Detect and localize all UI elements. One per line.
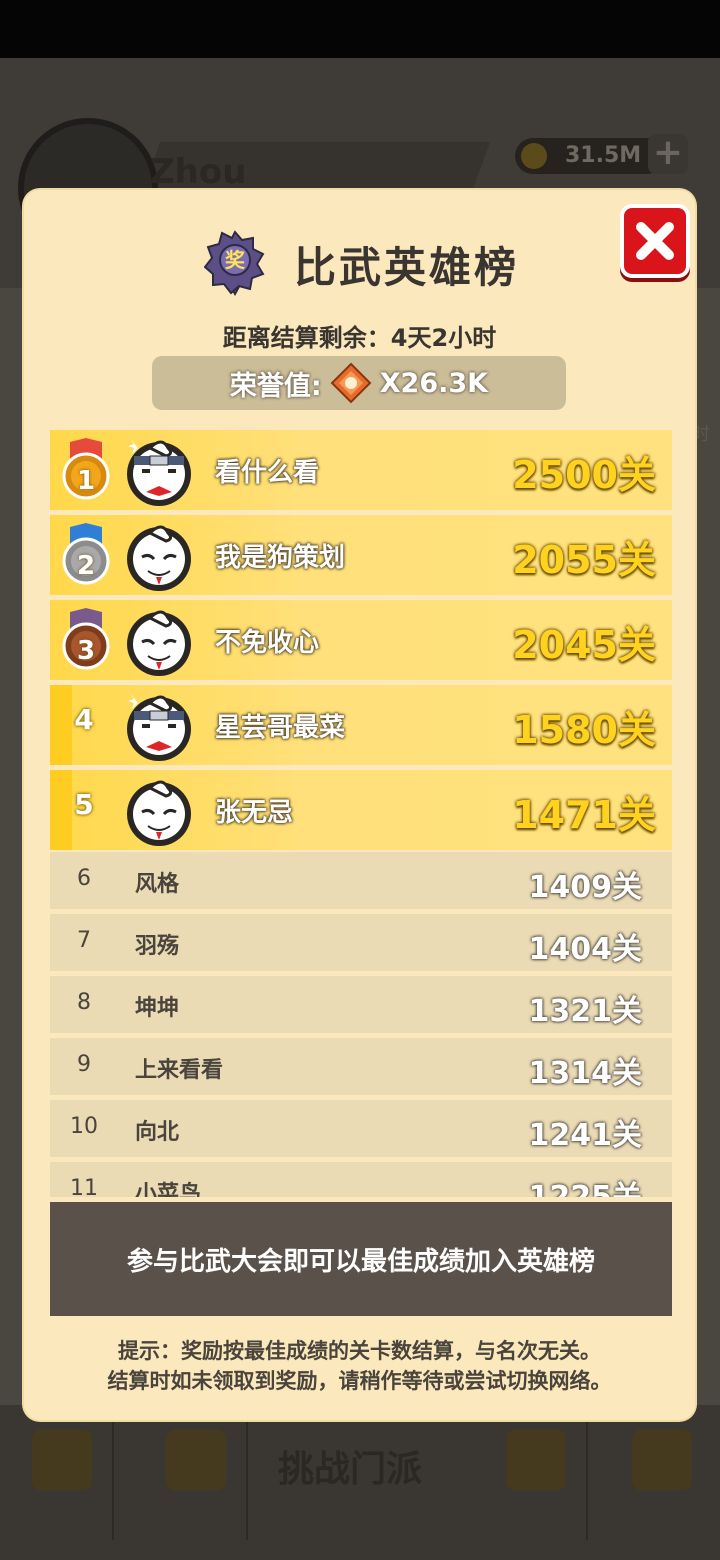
player-name: 羽殇 [135,934,180,959]
rank-row[interactable]: 8 坤坤 1321关 [50,976,672,1033]
player-name: 向北 [135,1120,180,1145]
rank-number: 8 [77,990,91,1015]
tab-challenge[interactable]: 挑战门派 [278,1440,422,1492]
top-rank-row[interactable]: 3 不免收心 2045关 [50,600,672,680]
tip-line-2: 结算时如未领取到奖励，请稍作等待或尝试切换网络。 [107,1369,612,1393]
top-rank-row[interactable]: 4 星芸哥最菜 1580关 [50,685,672,765]
gold-medal-icon: 1 [60,438,112,502]
honor-label: 荣誉值: [229,370,322,402]
headband-avatar-icon [122,689,196,763]
player-name: Zhou [150,152,247,192]
stage-score: 1471关 [512,793,656,837]
player-name: 星芸哥最菜 [215,713,346,743]
status-bar [0,0,720,58]
player-name: 不免收心 [215,628,320,658]
rank-number: 11 [70,1176,98,1197]
award-badge-icon: 奖 [204,230,265,296]
default-avatar-icon [122,774,196,848]
leaderboard-panel: 奖 比武英雄榜 距离结算剩余：4天2小时 荣誉值: X26.3K 1 看什么看 25… [24,190,695,1420]
rank-number: 7 [77,928,91,953]
tip-text: 提示：奖励按最佳成绩的关卡数结算，与名次无关。 结算时如未领取到奖励，请稍作等待… [24,1336,695,1396]
player-name: 坤坤 [135,996,180,1021]
stage-score: 1321关 [528,994,643,1029]
stage-score: 1225关 [529,1172,643,1197]
top-rank-row[interactable]: 2 我是狗策划 2055关 [50,515,672,595]
rank-number: 2 [76,551,96,581]
stage-score: 1409关 [528,870,643,905]
coin-value: 31.5M [565,143,642,168]
close-button[interactable] [620,204,690,278]
top-rank-row[interactable]: 1 看什么看 2500关 [50,430,672,510]
default-avatar-icon [122,519,196,593]
settlement-countdown: 距离结算剩余：4天2小时 [222,324,497,352]
rank-row[interactable]: 10 向北 1241关 [50,1100,672,1157]
rank-number: 4 [74,703,94,736]
collect-icon [632,1430,692,1490]
close-icon [636,222,674,260]
shop-icon [506,1430,566,1490]
rank-row[interactable]: 7 羽殇 1404关 [50,914,672,971]
tab-shop[interactable] [486,1420,588,1540]
player-name: 我是狗策划 [215,543,346,573]
player-name: 小菜鸟 [135,1182,202,1197]
top-rank-row[interactable]: 5 张无忌 1471关 [50,770,672,850]
player-name: 张无忌 [215,798,294,828]
rank-number: 3 [76,636,96,666]
rank-number: 10 [70,1114,98,1139]
stage-score: 1404关 [528,932,643,967]
rank-row[interactable]: 11 小菜鸟 1225关 [50,1162,672,1197]
ranks-scroll-list[interactable]: 6 风格 1409关 7 羽殇 1404关 8 坤坤 1321关 9 上来看看 1314关 10 向北 12… [50,852,672,1197]
rank-number: 9 [77,1052,91,1077]
bronze-medal-icon: 3 [60,608,112,672]
player-name: 上来看看 [135,1058,224,1083]
default-avatar-icon [122,604,196,678]
top-ranks-list: 1 看什么看 2500关 2 我是狗策划 2055关 3 不免收心 2045关 4 星芸哥最菜 158… [50,430,672,855]
coin-icon [521,143,547,169]
rank-row[interactable]: 9 上来看看 1314关 [50,1038,672,1095]
stage-score: 1241关 [528,1118,643,1153]
stage-score: 2500关 [512,453,656,497]
join-info-banner: 参与比武大会即可以最佳成绩加入英雄榜 [50,1202,672,1316]
silver-medal-icon: 2 [60,523,112,587]
rank-number: 1 [76,466,96,496]
tip-line-1: 提示：奖励按最佳成绩的关卡数结算，与名次无关。 [118,1339,601,1363]
honor-token-icon [330,362,372,404]
stage-score: 2055关 [512,538,656,582]
stage-score: 1580关 [512,708,656,752]
honor-value: X26.3K [379,367,489,399]
badge-char: 奖 [225,248,246,272]
coin-counter: 31.5M [515,138,665,174]
stage-score: 2045关 [512,623,656,667]
add-coins-button[interactable]: + [648,134,688,174]
book-icon [166,1430,226,1490]
tab-collect[interactable] [612,1420,712,1540]
rank-number: 6 [77,866,91,891]
rank-row[interactable]: 6 风格 1409关 [50,852,672,909]
rank-number: 5 [74,788,94,821]
panel-title: 比武英雄榜 [294,243,520,292]
headband-avatar-icon [122,434,196,508]
stage-score: 1314关 [528,1056,643,1091]
honor-value-box: 荣誉值: X26.3K [152,356,566,410]
player-name: 看什么看 [215,458,320,488]
tab-task[interactable] [12,1420,114,1540]
task-icon [32,1430,92,1490]
player-name: 风格 [135,872,180,897]
tab-practice[interactable] [146,1420,248,1540]
